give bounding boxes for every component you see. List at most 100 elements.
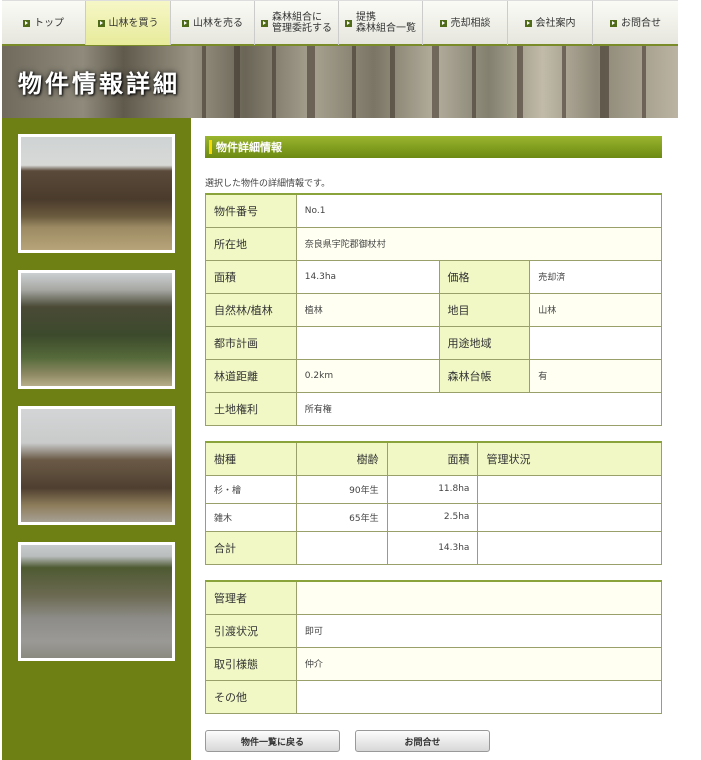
table-row: その他 [205,679,663,714]
table-total-row: 合計 14.3ha [205,530,662,565]
value-cell [295,580,663,615]
column-header: 樹齢 [295,441,388,476]
column-header: 樹種 [205,441,297,476]
nav-item-contact[interactable]: お問合せ [593,1,678,45]
value-cell: 所有権 [295,391,663,426]
nav-label-line2: 森林組合一覧 [356,23,416,34]
table-row: 土地権利 所有権 [205,391,663,426]
property-photo[interactable] [18,542,175,661]
value-cell: 即可 [295,613,663,648]
value-cell [295,679,663,714]
property-info-table: 物件番号 No.1 所在地 奈良県宇陀郡御杖村 面積 14.3ha 価格 売却済… [205,193,663,426]
label-cell: 用途地域 [438,325,531,360]
back-to-list-button[interactable]: 物件一覧に戻る [205,730,340,752]
value-cell [477,530,662,565]
arrow-bullet-icon [524,19,532,27]
value-cell: 2.5ha [386,502,479,532]
value-cell: 奈良県宇陀郡御杖村 [295,226,663,261]
value-cell: 杉・檜 [205,474,297,504]
table-row: 杉・檜 90年生 11.8ha [205,474,662,504]
label-cell: 自然林/植林 [205,292,297,327]
label-cell: その他 [205,679,297,714]
nav-item-partners[interactable]: 提携 森林組合一覧 [339,1,423,45]
label-cell: 管理者 [205,580,297,615]
action-buttons: 物件一覧に戻る お問合せ [205,730,490,752]
table-row: 取引様態 仲介 [205,646,663,681]
section-header: 物件詳細情報 [205,136,662,158]
value-cell [477,474,662,504]
label-cell: 物件番号 [205,193,297,228]
nav-label: 山林を買う [108,17,159,29]
label-cell: 面積 [205,259,297,294]
label-cell: 都市計画 [205,325,297,360]
label-cell: 取引様態 [205,646,297,681]
value-cell: 山林 [529,292,662,327]
table-row: 雑木 65年生 2.5ha [205,502,662,532]
page-title: 物件情報詳細 [18,70,180,98]
photo-sidebar [2,118,191,760]
label-cell: 土地権利 [205,391,297,426]
column-header: 管理状況 [477,441,662,476]
table-row: 林道距離 0.2km 森林台帳 有 [205,358,662,393]
table-header-row: 樹種 樹齢 面積 管理状況 [205,441,662,476]
table-row: 管理者 [205,580,663,615]
nav-label-line1: 提携 [356,12,376,23]
tree-species-table: 樹種 樹齢 面積 管理状況 杉・檜 90年生 11.8ha 雑木 65年生 2.… [205,441,662,565]
label-cell: 林道距離 [205,358,297,393]
nav-label: トップ [34,17,64,29]
label-cell: 所在地 [205,226,297,261]
property-photo[interactable] [18,134,175,253]
value-cell: 11.8ha [386,474,479,504]
arrow-bullet-icon [610,19,617,27]
value-cell: 仲介 [295,646,663,681]
table-row: 物件番号 No.1 [205,193,663,228]
nav-label-multiline: 森林組合に 管理委託する [272,12,332,34]
nav-label-line1: 森林組合に [272,12,322,23]
label-cell: 地目 [438,292,531,327]
intro-text: 選択した物件の詳細情報です。 [205,179,331,189]
nav-item-consign[interactable]: 森林組合に 管理委託する [255,1,339,45]
value-cell: 0.2km [295,358,440,393]
value-cell [295,325,440,360]
nav-item-top[interactable]: トップ [2,1,86,45]
arrow-bullet-icon [439,19,447,27]
property-photo[interactable] [18,406,175,525]
arrow-bullet-icon [182,19,189,27]
value-cell: 植林 [295,292,440,327]
table-row: 引渡状況 即可 [205,613,663,648]
value-cell: 売却済 [529,259,662,294]
arrow-bullet-icon [261,19,268,27]
value-cell [529,325,662,360]
label-cell: 森林台帳 [438,358,531,393]
global-nav: トップ 山林を買う 山林を売る 森林組合に 管理委託する 提携 森林組合一覧 売… [2,0,678,46]
value-cell: 有 [529,358,662,393]
nav-label: 売却相談 [450,17,491,29]
nav-item-buy[interactable]: 山林を買う [86,1,171,45]
arrow-bullet-icon [97,19,105,27]
nav-label: 山林を売る [193,17,243,29]
value-cell: 雑木 [205,502,297,532]
arrow-bullet-icon [23,19,30,27]
value-cell: 14.3ha [386,530,479,565]
property-photo[interactable] [18,270,175,389]
value-cell: 90年生 [295,474,388,504]
label-cell: 価格 [438,259,531,294]
label-cell: 合計 [205,530,297,565]
contact-button[interactable]: お問合せ [355,730,490,752]
management-table: 管理者 引渡状況 即可 取引様態 仲介 その他 [205,580,663,714]
label-cell: 引渡状況 [205,613,297,648]
value-cell: 65年生 [295,502,388,532]
nav-label: お問合せ [621,17,661,29]
nav-label-multiline: 提携 森林組合一覧 [356,12,416,34]
nav-label-line2: 管理委託する [272,23,332,34]
nav-item-sell[interactable]: 山林を売る [171,1,255,45]
arrow-bullet-icon [345,19,352,27]
table-row: 自然林/植林 植林 地目 山林 [205,292,662,327]
nav-label: 会社案内 [535,17,576,29]
value-cell: No.1 [295,193,663,228]
nav-item-company[interactable]: 会社案内 [508,1,593,45]
nav-item-consult[interactable]: 売却相談 [423,1,508,45]
page-banner: 物件情報詳細 [2,46,678,118]
value-cell [295,530,388,565]
table-row: 所在地 奈良県宇陀郡御杖村 [205,226,663,261]
